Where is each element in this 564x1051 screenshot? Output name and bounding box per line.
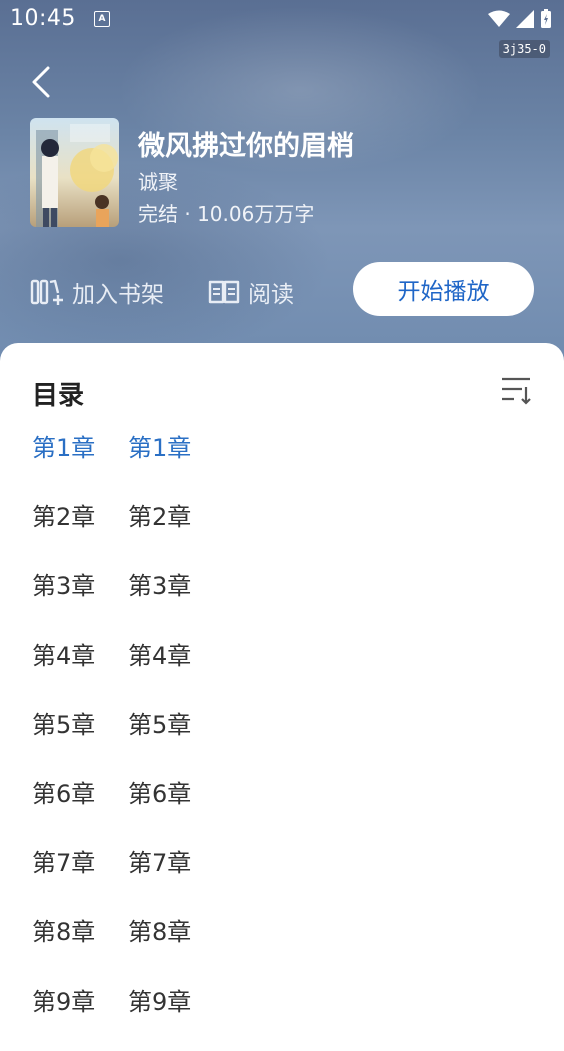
chapter-list: 第1章 第1章 第2章 第2章 第3章 第3章 第4章 第4章 第5章 第5章 … — [32, 428, 191, 1051]
sort-order-button[interactable] — [500, 373, 534, 407]
chapter-number: 第3章 — [32, 572, 96, 601]
chapter-number: 第2章 — [32, 503, 96, 532]
chapter-item-1[interactable]: 第1章 第1章 — [32, 428, 191, 497]
start-play-button[interactable]: 开始播放 — [353, 262, 534, 316]
sort-icon — [502, 377, 531, 405]
chapter-item-9[interactable]: 第9章 第9章 — [32, 982, 191, 1051]
toc-panel: 目录 第1章 第1章 第2章 第2章 第3章 第3章 第4章 第4章 第5章 第… — [0, 343, 564, 1016]
chapter-item-5[interactable]: 第5章 第5章 — [32, 705, 191, 774]
chapter-item-6[interactable]: 第6章 第6章 — [32, 774, 191, 843]
status-time: 10:45 — [10, 6, 76, 31]
status-bar: 10:45 A — [0, 0, 564, 38]
add-to-shelf-button[interactable]: 加入书架 — [30, 272, 164, 312]
toc-title: 目录 — [32, 381, 85, 411]
chapter-item-7[interactable]: 第7章 第7章 — [32, 843, 191, 912]
system-icons — [488, 9, 552, 29]
add-to-shelf-label: 加入书架 — [72, 282, 164, 308]
battery-icon — [541, 9, 551, 28]
chapter-item-8[interactable]: 第8章 第8章 — [32, 912, 191, 981]
start-play-label: 开始播放 — [397, 279, 490, 305]
chapter-name: 第6章 — [128, 779, 192, 808]
back-arrow-icon — [32, 66, 50, 98]
chapter-name: 第2章 — [128, 503, 192, 532]
chapter-name: 第1章 — [128, 434, 192, 462]
chapter-number: 第9章 — [32, 987, 96, 1016]
chapter-name: 第4章 — [128, 641, 192, 670]
version-tag: 3j35-0 — [498, 40, 550, 58]
chapter-name: 第8章 — [128, 918, 192, 947]
read-label: 阅读 — [248, 282, 294, 308]
chapter-number: 第5章 — [32, 710, 96, 739]
cover-illustration — [30, 118, 119, 227]
chapter-number: 第6章 — [32, 779, 96, 808]
chapter-item-2[interactable]: 第2章 第2章 — [32, 497, 191, 566]
chapter-item-3[interactable]: 第3章 第3章 — [32, 566, 191, 635]
read-button[interactable]: 阅读 — [208, 272, 294, 312]
chapter-item-4[interactable]: 第4章 第4章 — [32, 636, 191, 705]
book-title: 微风拂过你的眉梢 — [138, 131, 354, 162]
notification-icon: A — [94, 11, 110, 27]
wifi-icon — [488, 10, 510, 27]
chapter-name: 第5章 — [128, 710, 192, 739]
book-cover[interactable] — [30, 118, 119, 227]
open-book-icon — [208, 280, 240, 304]
chapter-name: 第7章 — [128, 849, 192, 878]
chapter-number: 第8章 — [32, 918, 96, 947]
chapter-name: 第9章 — [128, 987, 192, 1016]
chapter-number: 第1章 — [32, 434, 96, 462]
back-button[interactable] — [24, 60, 60, 104]
bookshelf-add-icon — [30, 279, 63, 305]
book-meta: 完结 · 10.06万万字 — [138, 202, 315, 226]
signal-icon — [516, 10, 534, 28]
chapter-name: 第3章 — [128, 572, 192, 601]
chapter-number: 第7章 — [32, 849, 96, 878]
chapter-number: 第4章 — [32, 641, 96, 670]
book-author[interactable]: 诚聚 — [138, 166, 178, 195]
